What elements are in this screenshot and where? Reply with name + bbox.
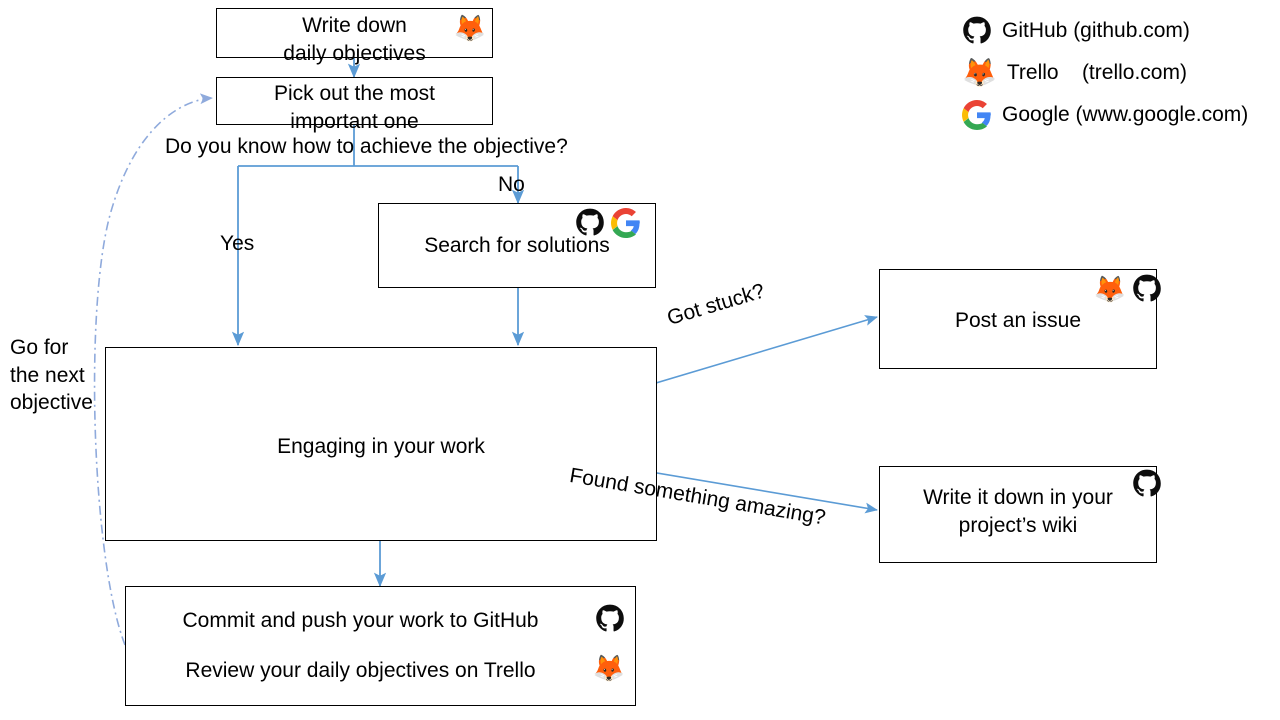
node-commit-review[interactable]: Commit and push your work to GitHub Revi…	[125, 586, 636, 706]
github-icon	[1132, 274, 1162, 304]
label-yes: Yes	[220, 232, 255, 255]
legend-item-google: Google (www.google.com)	[962, 94, 1272, 136]
node-engaging-work[interactable]: Engaging in your work	[105, 347, 657, 541]
legend: GitHub (github.com) 🦊 Trello (trello.com…	[962, 10, 1272, 136]
node-post-issue-icons: 🦊	[1094, 274, 1162, 304]
node-write-wiki-icons	[1132, 469, 1162, 499]
legend-item-github: GitHub (github.com)	[962, 10, 1272, 52]
node-write-wiki[interactable]: Write it down in your project’s wiki	[879, 466, 1161, 563]
node-search-solutions[interactable]: Search for solutions	[378, 203, 656, 288]
trello-husky-icon: 🦊	[1093, 274, 1126, 304]
legend-label-trello: Trello (trello.com)	[1006, 61, 1187, 84]
label-go-for-next-objective: Go for the next objective	[10, 336, 93, 415]
node-post-issue[interactable]: Post an issue 🦊	[879, 269, 1161, 369]
node-pick-important[interactable]: Pick out the most important one	[216, 77, 493, 133]
node-write-wiki-label: Write it down in your project’s wiki	[923, 486, 1113, 537]
node-pick-important-label: Pick out the most important one	[273, 82, 436, 133]
legend-label-github: GitHub (github.com)	[1002, 19, 1190, 42]
node-search-solutions-icons	[575, 208, 641, 238]
node-commit-icon	[595, 604, 625, 634]
legend-item-trello: 🦊 Trello (trello.com)	[962, 52, 1272, 94]
flowchart-canvas: Write down daily objectives 🦊 Pick out t…	[0, 0, 1280, 720]
trello-husky-icon: 🦊	[453, 13, 486, 43]
github-icon	[1132, 469, 1162, 499]
node-write-objectives-label: Write down daily objectives	[283, 14, 426, 65]
google-icon	[962, 100, 992, 130]
legend-label-google: Google (www.google.com)	[1002, 103, 1249, 126]
trello-husky-icon: 🦊	[592, 653, 625, 683]
node-write-objectives[interactable]: Write down daily objectives 🦊	[216, 8, 493, 65]
node-engaging-work-label: Engaging in your work	[277, 435, 485, 458]
label-got-stuck: Got stuck?	[664, 279, 768, 330]
github-icon	[595, 604, 625, 634]
node-write-objectives-icons: 🦊	[454, 15, 486, 41]
google-icon	[611, 208, 641, 238]
node-commit-label: Commit and push your work to GitHub	[182, 609, 539, 632]
trello-husky-icon: 🦊	[962, 57, 997, 88]
node-post-issue-label: Post an issue	[954, 309, 1082, 332]
node-review-icon: 🦊	[593, 655, 625, 681]
label-no: No	[498, 173, 525, 196]
github-icon	[575, 208, 605, 238]
label-decision-question: Do you know how to achieve the objective…	[165, 135, 568, 158]
github-icon	[962, 16, 992, 46]
node-review-label: Review your daily objectives on Trello	[185, 659, 536, 682]
